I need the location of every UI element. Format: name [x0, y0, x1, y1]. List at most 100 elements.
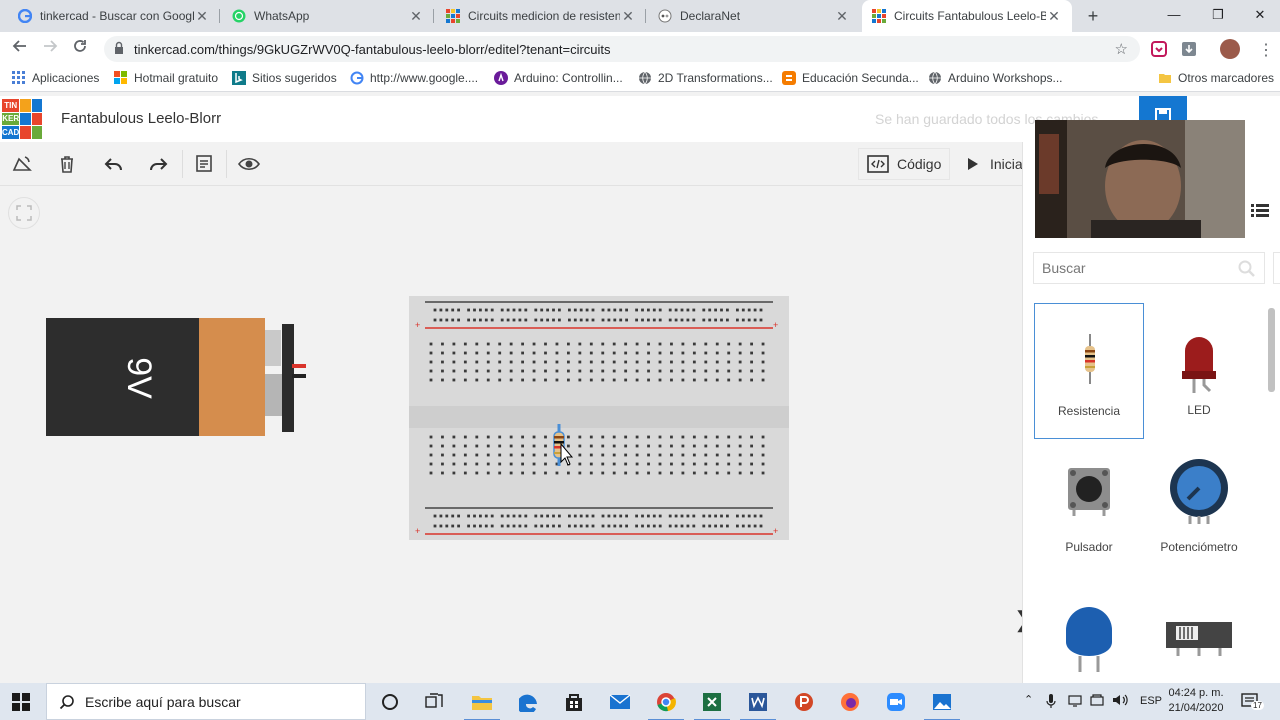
extension-download-icon[interactable] [1180, 40, 1198, 58]
close-icon[interactable]: ✕ [408, 8, 424, 25]
taskbar-mail[interactable] [608, 690, 632, 714]
component-slide-switch[interactable] [1144, 582, 1254, 682]
notes-button[interactable] [190, 150, 218, 178]
taskbar-file-explorer[interactable] [464, 690, 500, 720]
breadboard-hole [761, 351, 765, 355]
panel-filter-dropdown[interactable] [1273, 252, 1280, 284]
tab-circuits-medicion[interactable]: Circuits medicion de resistencia ✕ [436, 0, 646, 32]
project-title[interactable]: Fantabulous Leelo-Blorr [61, 110, 221, 127]
bookmark-educacion[interactable]: Educación Secunda... [782, 71, 919, 85]
taskbar-firefox[interactable] [838, 690, 862, 714]
windows-start-icon[interactable] [12, 693, 30, 711]
bookmark-google[interactable]: http://www.google.... [350, 71, 478, 85]
apps-grid-icon [12, 71, 25, 84]
taskbar-search-input[interactable] [85, 693, 355, 710]
taskbar-powerpoint[interactable] [792, 690, 816, 714]
visibility-button[interactable] [235, 150, 263, 178]
redo-button[interactable] [144, 150, 172, 178]
action-center-icon[interactable]: 17 [1240, 691, 1264, 714]
component-pushbutton[interactable]: Pulsador [1034, 440, 1144, 576]
breadboard-hole [761, 342, 765, 346]
tray-volume-icon[interactable] [1112, 693, 1128, 710]
breadboard-hole [624, 435, 628, 439]
close-icon[interactable]: ✕ [620, 8, 636, 25]
taskbar-word[interactable] [740, 690, 776, 720]
component-capacitor[interactable] [1034, 582, 1144, 682]
bookmark-arduino-controlling[interactable]: Arduino: Controllin... [494, 71, 623, 85]
new-tab-button[interactable]: + [1082, 5, 1104, 27]
tinkercad-logo[interactable]: TIN KER CAD [2, 99, 42, 139]
breadboard-hole [498, 342, 502, 346]
breadboard-hole [558, 524, 561, 528]
breadboard-hole [619, 308, 623, 312]
breadboard[interactable]: + + + + [409, 296, 789, 540]
breadboard-hole [534, 318, 538, 322]
close-icon[interactable]: ✕ [1046, 8, 1062, 25]
tray-network-icon[interactable] [1068, 693, 1082, 710]
url-omnibox[interactable]: tinkercad.com/things/9GkUGZrWV0Q-fantabu… [104, 36, 1140, 62]
taskbar-search[interactable] [46, 683, 366, 720]
circuit-canvas[interactable]: 9V + + + + ❯ [0, 187, 1032, 683]
window-close-button[interactable]: ✕ [1238, 0, 1280, 30]
component-led[interactable]: LED [1144, 303, 1254, 439]
tray-wifi-icon[interactable] [1090, 693, 1104, 710]
forward-button[interactable] [39, 38, 61, 60]
taskbar-edge[interactable] [517, 690, 541, 714]
breadboard-hole [652, 318, 656, 322]
extension-shield-icon[interactable] [1150, 40, 1168, 58]
component-resistor[interactable]: Resistencia [1034, 303, 1144, 439]
breadboard-hole [635, 514, 638, 518]
breadboard-hole [674, 308, 678, 312]
tab-declaranet[interactable]: DeclaraNet ✕ [648, 0, 860, 32]
component-search[interactable] [1033, 252, 1265, 284]
list-view-icon[interactable] [1251, 204, 1269, 218]
breadboard-hole [441, 462, 444, 466]
panel-scrollbar-thumb[interactable] [1268, 308, 1275, 392]
bookmark-other[interactable]: Otros marcadores [1158, 71, 1274, 85]
bookmark-star-icon[interactable]: ☆ [1115, 40, 1128, 58]
tray-microphone-icon[interactable] [1046, 693, 1056, 712]
search-icon[interactable] [1238, 260, 1256, 278]
breadboard-hole [624, 369, 628, 373]
component-potentiometer[interactable]: Potenciómetro [1144, 440, 1254, 576]
bookmark-sitios[interactable]: Sitios sugeridos [232, 71, 337, 85]
taskbar-chrome[interactable] [648, 690, 684, 720]
tray-chevron-icon[interactable]: ⌃ [1024, 693, 1033, 706]
code-button[interactable]: Código [858, 148, 950, 180]
tab-whatsapp[interactable]: WhatsApp ✕ [222, 0, 434, 32]
bookmark-arduino-workshops[interactable]: Arduino Workshops... [928, 71, 1063, 85]
breadboard-hole [578, 444, 582, 448]
language-indicator[interactable]: ESP [1140, 695, 1162, 707]
taskbar-zoom[interactable] [884, 690, 908, 714]
cortana-button[interactable] [378, 690, 402, 714]
taskbar-store[interactable] [562, 690, 586, 714]
breadboard-hole [668, 318, 672, 322]
tab-google-search[interactable]: tinkercad - Buscar con Google ✕ [8, 0, 220, 32]
taskbar-clock[interactable]: 04:24 p. m. 21/04/2020 [1164, 686, 1228, 716]
task-view-button[interactable] [422, 690, 446, 714]
zoom-to-fit-button[interactable] [8, 197, 40, 229]
taskbar-excel[interactable] [694, 690, 730, 720]
close-icon[interactable]: ✕ [834, 8, 850, 25]
profile-avatar[interactable] [1220, 39, 1240, 59]
bookmark-apps[interactable]: Aplicaciones [12, 71, 99, 85]
bookmark-hotmail[interactable]: Hotmail gratuito [114, 71, 218, 85]
breadboard-hole [670, 369, 673, 373]
browser-menu-icon[interactable]: ⋮ [1258, 40, 1274, 60]
delete-button[interactable] [53, 150, 81, 178]
bookmark-2d-transformations[interactable]: 2D Transformations... [638, 71, 773, 85]
rotate-button[interactable] [8, 150, 36, 178]
breadboard-hole [647, 342, 650, 346]
undo-button[interactable] [100, 150, 128, 178]
component-search-input[interactable] [1034, 253, 1224, 283]
close-icon[interactable]: ✕ [194, 8, 210, 25]
breadboard-hole [658, 444, 662, 448]
minimize-button[interactable]: — [1152, 0, 1196, 30]
restore-button[interactable]: ❐ [1196, 0, 1240, 30]
breadboard-hole [589, 435, 593, 439]
tab-circuits-fantabulous[interactable]: Circuits Fantabulous Leelo-Blorr ✕ [862, 0, 1072, 32]
back-button[interactable] [9, 38, 31, 60]
taskbar-photos[interactable] [924, 690, 960, 720]
reload-button[interactable] [69, 38, 91, 60]
battery-9v[interactable]: 9V [44, 316, 314, 440]
